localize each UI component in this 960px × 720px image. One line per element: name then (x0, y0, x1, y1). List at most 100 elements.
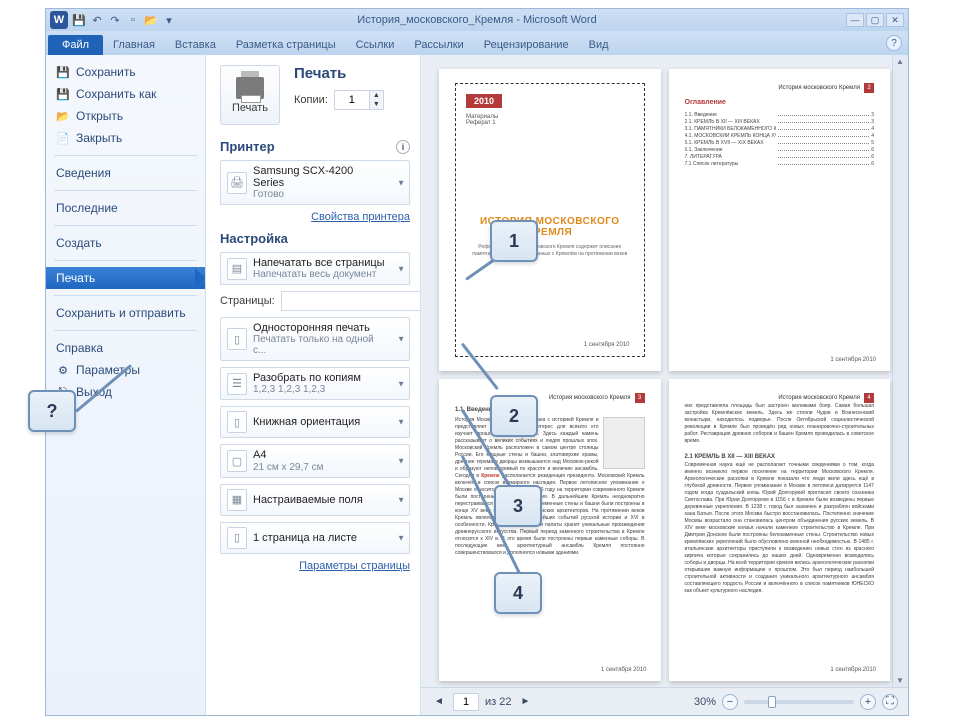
chevron-down-icon: ▼ (397, 495, 405, 504)
preview-footer-bar: ◄ из 22 ► 30% − + ⛶ (421, 687, 908, 715)
sidebar-open[interactable]: 📂 Открыть (46, 105, 205, 127)
zoom-in-button[interactable]: + (860, 694, 876, 710)
paper-icon: ▢ (227, 450, 247, 472)
sidebar-label: Сохранить как (76, 87, 156, 101)
tab-review[interactable]: Рецензирование (474, 35, 579, 55)
qat-more-icon[interactable]: ▾ (162, 13, 176, 27)
single-side-icon: ▯ (227, 328, 247, 350)
print-range-select[interactable]: ▤ Напечатать все страницы Напечатать вес… (220, 252, 410, 285)
print-button[interactable]: Печать (220, 65, 280, 125)
callout-question: ? (28, 390, 76, 432)
word-logo-icon: W (50, 11, 68, 29)
sidebar-saveas[interactable]: 💾Сохранить как (46, 83, 205, 105)
collate-icon: ☰ (227, 373, 247, 395)
save-icon[interactable]: 💾 (72, 13, 86, 27)
redo-icon[interactable]: ↷ (108, 13, 122, 27)
printer-select[interactable]: 🖨 Samsung SCX-4200 Series Готово ▼ (220, 160, 410, 205)
page-footer-date: 1 сентября 2010 (601, 667, 647, 673)
preview-page-1: 2010 МатериалыРеферат 1 ИСТОРИЯ МОСКОВСК… (439, 69, 661, 371)
tab-view[interactable]: Вид (579, 35, 619, 55)
sidebar-label: Сведения (56, 166, 111, 180)
chevron-down-icon: ▼ (397, 379, 405, 388)
sidebar-print[interactable]: Печать (46, 267, 205, 289)
combo-sub: 1,2,3 1,2,3 1,2,3 (253, 384, 361, 395)
combo-sub: Печатать только на одной с... (253, 334, 387, 356)
sidebar-label: Создать (56, 236, 102, 250)
portrait-icon: ▯ (227, 411, 247, 433)
duplex-select[interactable]: ▯ Односторонняя печать Печатать только н… (220, 317, 410, 361)
printer-status: Готово (253, 189, 387, 200)
chevron-down-icon: ▼ (397, 457, 405, 466)
maximize-button[interactable]: ▢ (866, 13, 884, 27)
sidebar-save[interactable]: 💾 Сохранить (46, 61, 205, 83)
toc-heading: Оглавление (685, 99, 875, 106)
printer-name: Samsung SCX-4200 Series (253, 165, 387, 189)
year-badge: 2010 (466, 94, 502, 108)
sidebar-divider (54, 260, 197, 261)
tab-insert[interactable]: Вставка (165, 35, 226, 55)
sidebar-close[interactable]: 📄 Закрыть (46, 127, 205, 149)
chevron-down-icon: ▼ (397, 418, 405, 427)
print-settings-panel: Печать Печать Копии: ▲▼ Принтерi 🖨 (206, 55, 421, 715)
sidebar-label: Последние (56, 201, 118, 215)
running-head: История московского Кремля (778, 85, 860, 91)
open-folder-icon: 📂 (56, 109, 70, 123)
combo-sub: Напечатать весь документ (253, 269, 385, 280)
printer-properties-link[interactable]: Свойства принтера (220, 211, 410, 223)
vertical-scrollbar[interactable] (892, 55, 908, 687)
sidebar-recent[interactable]: Последние (46, 197, 205, 219)
paper-size-select[interactable]: ▢ A4 21 см x 29,7 см ▼ (220, 444, 410, 477)
callout-3: 3 (494, 485, 542, 527)
pages-input[interactable] (281, 291, 421, 311)
collate-select[interactable]: ☰ Разобрать по копиям 1,2,3 1,2,3 1,2,3 … (220, 367, 410, 400)
combo-main: Настраиваемые поля (253, 494, 363, 506)
undo-icon[interactable]: ↶ (90, 13, 104, 27)
tab-mailings[interactable]: Рассылки (404, 35, 473, 55)
zoom-thumb[interactable] (768, 696, 776, 708)
margins-select[interactable]: ▦ Настраиваемые поля ▼ (220, 484, 410, 516)
copies-input[interactable] (335, 91, 369, 109)
tab-layout[interactable]: Разметка страницы (226, 35, 346, 55)
sidebar-info[interactable]: Сведения (46, 162, 205, 184)
close-button[interactable]: ✕ (886, 13, 904, 27)
tab-home[interactable]: Главная (103, 35, 165, 55)
copies-spinner[interactable]: ▲▼ (334, 90, 384, 110)
file-tab[interactable]: Файл (48, 35, 103, 55)
chevron-down-icon: ▼ (397, 264, 405, 273)
sidebar-share[interactable]: Сохранить и отправить (46, 302, 205, 324)
chevron-down-icon: ▼ (397, 178, 405, 187)
sidebar-new[interactable]: Создать (46, 232, 205, 254)
close-doc-icon: 📄 (56, 131, 70, 145)
sidebar-label: Сохранить (76, 65, 136, 79)
info-icon[interactable]: i (396, 140, 410, 154)
chevron-down-icon: ▼ (397, 533, 405, 542)
open-icon[interactable]: 📂 (144, 13, 158, 27)
page-setup-link[interactable]: Параметры страницы (220, 560, 410, 572)
page-footer-date: 1 сентября 2010 (584, 342, 630, 348)
spin-down-icon[interactable]: ▼ (369, 100, 383, 109)
pages-per-sheet-select[interactable]: ▯ 1 страница на листе ▼ (220, 522, 410, 554)
tab-references[interactable]: Ссылки (346, 35, 405, 55)
margins-icon: ▦ (227, 489, 247, 511)
fit-page-button[interactable]: ⛶ (882, 694, 898, 710)
sidebar-label: Справка (56, 341, 103, 355)
minimize-button[interactable]: — (846, 13, 864, 27)
printer-small-icon: 🖨 (227, 172, 247, 194)
next-page-button[interactable]: ► (517, 694, 533, 710)
prev-page-button[interactable]: ◄ (431, 694, 447, 710)
new-icon[interactable]: ▫ (126, 13, 140, 27)
zoom-out-button[interactable]: − (722, 694, 738, 710)
running-head: История московского Кремля (778, 395, 860, 401)
sidebar-label: Открыть (76, 109, 123, 123)
zoom-slider[interactable] (744, 700, 854, 704)
orientation-select[interactable]: ▯ Книжная ориентация ▼ (220, 406, 410, 438)
section-heading: 2.1 КРЕМЛЬ В XII — XIII ВЕКАХ (685, 454, 875, 460)
callout-1: 1 (490, 220, 538, 262)
section-heading: 1.1. Введение (455, 407, 645, 413)
sidebar-label: Закрыть (76, 131, 122, 145)
sidebar-help[interactable]: Справка (46, 337, 205, 359)
help-icon[interactable]: ? (886, 35, 902, 51)
current-page-input[interactable] (453, 693, 479, 711)
save-small-icon: 💾 (56, 65, 70, 79)
spin-up-icon[interactable]: ▲ (369, 91, 383, 100)
